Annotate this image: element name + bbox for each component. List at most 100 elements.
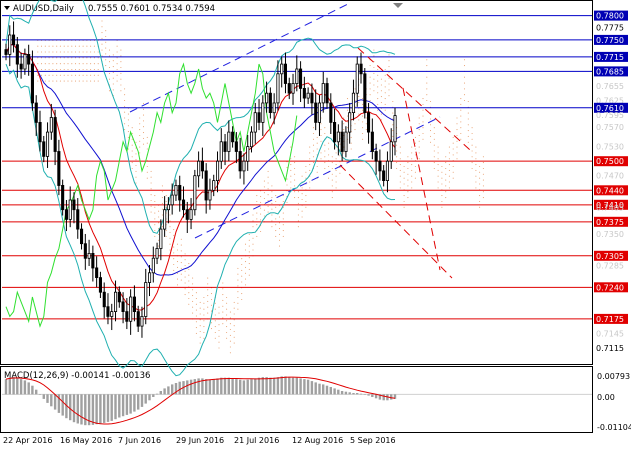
candle bbox=[193, 169, 197, 216]
cloud-dot bbox=[214, 326, 216, 328]
cloud-dot bbox=[101, 37, 103, 39]
price-tag: 0.7595 bbox=[596, 111, 624, 120]
cloud-dot bbox=[207, 277, 209, 279]
cloud-dot bbox=[248, 274, 250, 276]
cloud-dot bbox=[437, 181, 439, 183]
candle-body bbox=[132, 296, 137, 313]
cloud-dot bbox=[354, 123, 356, 125]
cloud-dot bbox=[105, 65, 107, 67]
cloud-dot bbox=[380, 96, 382, 98]
cloud-dot bbox=[403, 195, 405, 197]
cloud-dot bbox=[331, 185, 333, 187]
cloud-dot bbox=[369, 88, 371, 90]
price-chart[interactable]: AUDUSD,Daily 0.7555 0.7601 0.7534 0.7594… bbox=[0, 0, 631, 449]
cloud-dot bbox=[350, 148, 352, 150]
cloud-dot bbox=[63, 57, 65, 59]
cloud-dot bbox=[218, 324, 220, 326]
cloud-dot bbox=[331, 162, 333, 164]
cloud-dot bbox=[78, 63, 80, 65]
cloud-dot bbox=[112, 89, 114, 91]
cloud-dot bbox=[479, 195, 481, 197]
macd-bar bbox=[295, 377, 298, 395]
cloud-dot bbox=[116, 45, 118, 47]
cloud-dot bbox=[210, 293, 213, 295]
macd-bar bbox=[257, 377, 261, 395]
candle-body bbox=[332, 122, 337, 143]
cloud-dot bbox=[116, 74, 118, 76]
cloud-dot bbox=[441, 171, 443, 173]
cloud-dot bbox=[252, 214, 254, 216]
cloud-dot bbox=[233, 330, 235, 333]
cloud-dot bbox=[180, 256, 182, 258]
cloud-dot bbox=[124, 117, 126, 119]
cloud-dot bbox=[116, 51, 118, 53]
cloud-dot bbox=[294, 197, 296, 199]
candle-body bbox=[348, 112, 352, 133]
cloud-dot bbox=[388, 77, 390, 79]
candle-body bbox=[298, 68, 303, 89]
cloud-dot bbox=[44, 57, 46, 59]
macd-bar bbox=[310, 381, 314, 395]
cloud-dot bbox=[237, 285, 239, 287]
cloud-dot bbox=[309, 158, 311, 160]
cloud-dot bbox=[290, 164, 292, 166]
cloud-dot bbox=[233, 336, 235, 338]
cloud-dot bbox=[86, 45, 88, 47]
cloud-dot bbox=[248, 233, 250, 235]
cloud-dot bbox=[312, 144, 315, 146]
cloud-dot bbox=[373, 78, 375, 80]
cloud-dot bbox=[67, 45, 69, 47]
cloud-dot bbox=[388, 60, 390, 62]
cloud-dot bbox=[248, 245, 250, 247]
macd-bar bbox=[246, 379, 249, 395]
cloud-dot bbox=[56, 63, 58, 65]
cloud-dot bbox=[97, 74, 99, 76]
cloud-dot bbox=[248, 239, 250, 241]
cloud-dot bbox=[335, 158, 337, 160]
price-tag-label: 0.7470 bbox=[596, 172, 624, 181]
cloud-dot bbox=[475, 169, 477, 171]
candle-body bbox=[212, 180, 216, 191]
cloud-dot bbox=[233, 301, 235, 303]
cloud-dot bbox=[222, 294, 224, 296]
cloud-dot bbox=[71, 74, 73, 76]
macd-bar bbox=[242, 380, 246, 395]
cloud-dot bbox=[108, 49, 111, 51]
cloud-dot bbox=[396, 144, 398, 146]
cloud-dot bbox=[388, 71, 390, 73]
price-tag: 0.7530 bbox=[596, 143, 624, 152]
macd-bar bbox=[163, 388, 166, 395]
cloud-dot bbox=[120, 66, 122, 69]
cloud-dot bbox=[286, 178, 288, 180]
cloud-dot bbox=[244, 284, 247, 286]
cloud-dot bbox=[154, 200, 156, 203]
cloud-dot bbox=[135, 182, 137, 184]
candle-body bbox=[185, 209, 189, 220]
cloud-dot bbox=[207, 283, 209, 285]
macd-bar bbox=[144, 394, 147, 404]
cloud-dot bbox=[448, 146, 450, 148]
cloud-dot bbox=[71, 63, 73, 65]
macd-bar bbox=[42, 394, 45, 399]
cloud-dot bbox=[305, 200, 307, 203]
cloud-dot bbox=[479, 200, 481, 203]
cloud-dot bbox=[165, 195, 167, 197]
candle-body bbox=[204, 170, 208, 201]
cloud-dot bbox=[403, 200, 405, 203]
cloud-dot bbox=[350, 136, 352, 138]
cloud-dot bbox=[203, 314, 205, 316]
cloud-dot bbox=[180, 273, 182, 275]
candle-body bbox=[53, 117, 57, 152]
cloud-dot bbox=[331, 173, 333, 175]
candle-body bbox=[114, 291, 118, 313]
cloud-dot bbox=[392, 130, 394, 132]
cloud-dot bbox=[282, 195, 284, 197]
cloud-dot bbox=[316, 136, 318, 138]
candle-body bbox=[295, 68, 299, 85]
cloud-dot bbox=[199, 301, 201, 303]
macd-tick-top: 0.00793 bbox=[597, 372, 630, 381]
cloud-dot bbox=[218, 335, 220, 337]
cloud-dot bbox=[384, 86, 386, 88]
cloud-dot bbox=[399, 164, 401, 166]
cloud-dot bbox=[369, 65, 371, 67]
